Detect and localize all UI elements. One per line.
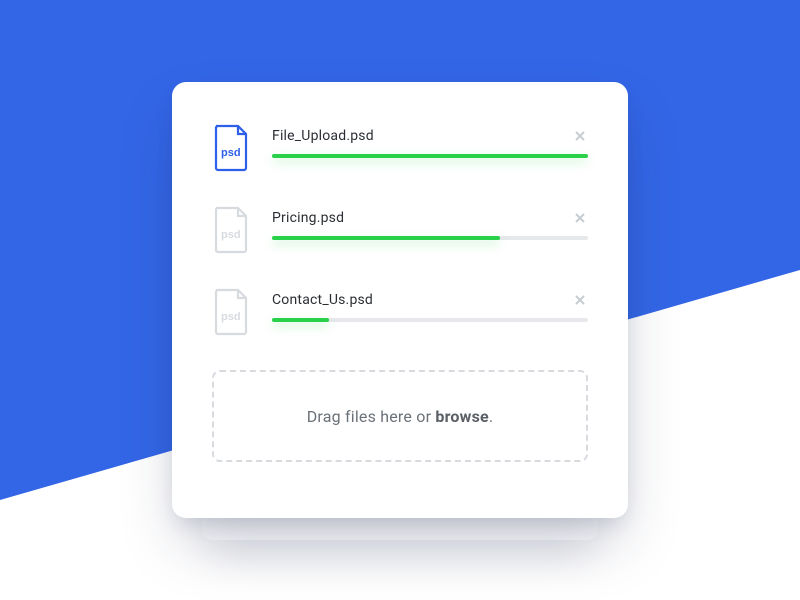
file-body: File_Upload.psd xyxy=(272,124,588,158)
progress-fill xyxy=(272,318,329,322)
file-body: Pricing.psd xyxy=(272,206,588,240)
dropzone-text: . xyxy=(489,407,493,426)
upload-card: psd File_Upload.psd psd Pricing.psd xyxy=(172,82,628,518)
svg-text:psd: psd xyxy=(221,147,241,159)
file-name: Contact_Us.psd xyxy=(272,292,373,308)
progress-fill xyxy=(272,154,588,158)
progress-track xyxy=(272,154,588,158)
remove-file-button[interactable] xyxy=(572,128,588,144)
file-psd-icon: psd xyxy=(212,124,250,172)
file-row: psd Contact_Us.psd xyxy=(212,288,588,336)
svg-text:psd: psd xyxy=(221,311,241,323)
remove-file-button[interactable] xyxy=(572,210,588,226)
file-psd-icon: psd xyxy=(212,288,250,336)
remove-file-button[interactable] xyxy=(572,292,588,308)
file-name: File_Upload.psd xyxy=(272,128,374,144)
browse-link[interactable]: browse xyxy=(435,407,488,426)
file-name: Pricing.psd xyxy=(272,210,344,226)
dropzone-text: Drag files here or xyxy=(307,407,436,426)
file-row: psd Pricing.psd xyxy=(212,206,588,254)
file-row: psd File_Upload.psd xyxy=(212,124,588,172)
file-psd-icon: psd xyxy=(212,206,250,254)
progress-track xyxy=(272,236,588,240)
svg-text:psd: psd xyxy=(221,229,241,241)
progress-track xyxy=(272,318,588,322)
progress-fill xyxy=(272,236,500,240)
dropzone[interactable]: Drag files here or browse. xyxy=(212,370,588,462)
file-body: Contact_Us.psd xyxy=(272,288,588,322)
